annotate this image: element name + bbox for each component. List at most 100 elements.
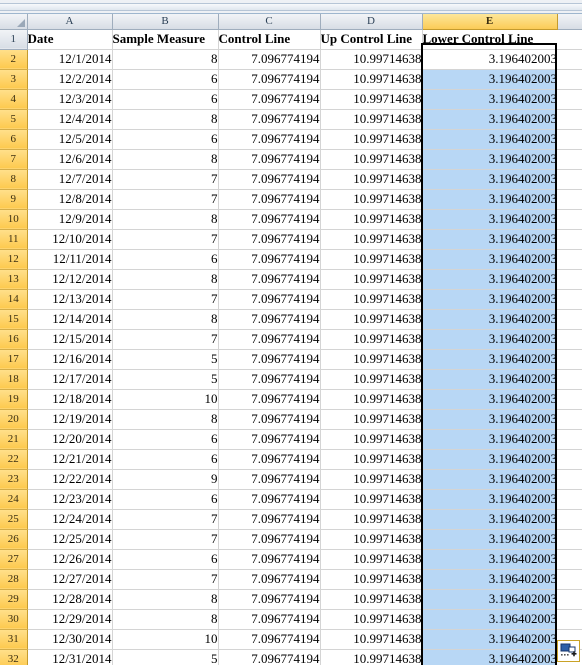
cell-C26[interactable]: 7.096774194: [218, 529, 321, 550]
cell-A4[interactable]: 12/3/2014: [27, 89, 113, 110]
cell-F28[interactable]: [557, 569, 582, 590]
cell-E31[interactable]: 3.196402003: [422, 629, 557, 650]
row-header-27[interactable]: 27: [0, 549, 28, 570]
cell-B15[interactable]: 8: [112, 309, 219, 330]
cell-D14[interactable]: 10.99714638: [320, 289, 423, 310]
cell-E24[interactable]: 3.196402003: [422, 489, 557, 510]
row-header-16[interactable]: 16: [0, 329, 28, 350]
paste-options-button[interactable]: [557, 640, 580, 662]
cell-E14[interactable]: 3.196402003: [422, 289, 557, 310]
cell-E23[interactable]: 3.196402003: [422, 469, 557, 490]
cell-A22[interactable]: 12/21/2014: [27, 449, 113, 470]
row-header-19[interactable]: 19: [0, 389, 28, 410]
cell-B12[interactable]: 6: [112, 249, 219, 270]
cell-A2[interactable]: 12/1/2014: [27, 49, 113, 70]
cell-D4[interactable]: 10.99714638: [320, 89, 423, 110]
cell-E30[interactable]: 3.196402003: [422, 609, 557, 630]
row-header-29[interactable]: 29: [0, 589, 28, 610]
cell-C29[interactable]: 7.096774194: [218, 589, 321, 610]
cell-D2[interactable]: 10.99714638: [320, 49, 423, 70]
row-header-25[interactable]: 25: [0, 509, 28, 530]
cell-C7[interactable]: 7.096774194: [218, 149, 321, 170]
cell-B9[interactable]: 7: [112, 189, 219, 210]
cell-A32[interactable]: 12/31/2014: [27, 649, 113, 665]
cell-A21[interactable]: 12/20/2014: [27, 429, 113, 450]
cell-A31[interactable]: 12/30/2014: [27, 629, 113, 650]
cell-B24[interactable]: 6: [112, 489, 219, 510]
cell-E18[interactable]: 3.196402003: [422, 369, 557, 390]
cell-E29[interactable]: 3.196402003: [422, 589, 557, 610]
cell-F30[interactable]: [557, 609, 582, 630]
cell-A28[interactable]: 12/27/2014: [27, 569, 113, 590]
cell-A5[interactable]: 12/4/2014: [27, 109, 113, 130]
column-header-b[interactable]: B: [112, 14, 219, 30]
cell-D3[interactable]: 10.99714638: [320, 69, 423, 90]
row-header-22[interactable]: 22: [0, 449, 28, 470]
cell-F3[interactable]: [557, 69, 582, 90]
cell-A3[interactable]: 12/2/2014: [27, 69, 113, 90]
cell-B19[interactable]: 10: [112, 389, 219, 410]
cell-E1[interactable]: Lower Control Line: [422, 29, 557, 50]
cell-D29[interactable]: 10.99714638: [320, 589, 423, 610]
row-header-28[interactable]: 28: [0, 569, 28, 590]
cell-C17[interactable]: 7.096774194: [218, 349, 321, 370]
cell-E20[interactable]: 3.196402003: [422, 409, 557, 430]
cell-A9[interactable]: 12/8/2014: [27, 189, 113, 210]
cell-A29[interactable]: 12/28/2014: [27, 589, 113, 610]
column-header-e[interactable]: E: [422, 14, 558, 30]
cell-A24[interactable]: 12/23/2014: [27, 489, 113, 510]
cell-C6[interactable]: 7.096774194: [218, 129, 321, 150]
cell-D10[interactable]: 10.99714638: [320, 209, 423, 230]
row-header-5[interactable]: 5: [0, 109, 28, 130]
cell-F19[interactable]: [557, 389, 582, 410]
cell-B31[interactable]: 10: [112, 629, 219, 650]
cell-E26[interactable]: 3.196402003: [422, 529, 557, 550]
row-header-18[interactable]: 18: [0, 369, 28, 390]
cell-F29[interactable]: [557, 589, 582, 610]
cell-F15[interactable]: [557, 309, 582, 330]
cell-D1[interactable]: Up Control Line: [320, 29, 423, 50]
cell-C32[interactable]: 7.096774194: [218, 649, 321, 665]
cell-E25[interactable]: 3.196402003: [422, 509, 557, 530]
cell-B13[interactable]: 8: [112, 269, 219, 290]
row-header-32[interactable]: 32: [0, 649, 28, 665]
row-header-6[interactable]: 6: [0, 129, 28, 150]
cell-F2[interactable]: [557, 49, 582, 70]
cell-A17[interactable]: 12/16/2014: [27, 349, 113, 370]
cell-F22[interactable]: [557, 449, 582, 470]
cell-F27[interactable]: [557, 549, 582, 570]
row-header-13[interactable]: 13: [0, 269, 28, 290]
cell-B2[interactable]: 8: [112, 49, 219, 70]
row-header-10[interactable]: 10: [0, 209, 28, 230]
column-header-a[interactable]: A: [27, 14, 113, 30]
row-header-23[interactable]: 23: [0, 469, 28, 490]
cell-A30[interactable]: 12/29/2014: [27, 609, 113, 630]
cell-B5[interactable]: 8: [112, 109, 219, 130]
cell-B29[interactable]: 8: [112, 589, 219, 610]
row-header-15[interactable]: 15: [0, 309, 28, 330]
row-header-8[interactable]: 8: [0, 169, 28, 190]
cell-D32[interactable]: 10.99714638: [320, 649, 423, 665]
cell-C9[interactable]: 7.096774194: [218, 189, 321, 210]
cell-E7[interactable]: 3.196402003: [422, 149, 557, 170]
cell-B28[interactable]: 7: [112, 569, 219, 590]
cell-E4[interactable]: 3.196402003: [422, 89, 557, 110]
cell-B14[interactable]: 7: [112, 289, 219, 310]
cell-D28[interactable]: 10.99714638: [320, 569, 423, 590]
cell-D6[interactable]: 10.99714638: [320, 129, 423, 150]
cell-E8[interactable]: 3.196402003: [422, 169, 557, 190]
cell-B30[interactable]: 8: [112, 609, 219, 630]
cell-F24[interactable]: [557, 489, 582, 510]
cell-A11[interactable]: 12/10/2014: [27, 229, 113, 250]
cell-D30[interactable]: 10.99714638: [320, 609, 423, 630]
cell-F13[interactable]: [557, 269, 582, 290]
cell-A15[interactable]: 12/14/2014: [27, 309, 113, 330]
cell-E9[interactable]: 3.196402003: [422, 189, 557, 210]
cell-B22[interactable]: 6: [112, 449, 219, 470]
cell-A16[interactable]: 12/15/2014: [27, 329, 113, 350]
cell-E28[interactable]: 3.196402003: [422, 569, 557, 590]
cell-E27[interactable]: 3.196402003: [422, 549, 557, 570]
cell-F26[interactable]: [557, 529, 582, 550]
cell-A12[interactable]: 12/11/2014: [27, 249, 113, 270]
cell-D21[interactable]: 10.99714638: [320, 429, 423, 450]
